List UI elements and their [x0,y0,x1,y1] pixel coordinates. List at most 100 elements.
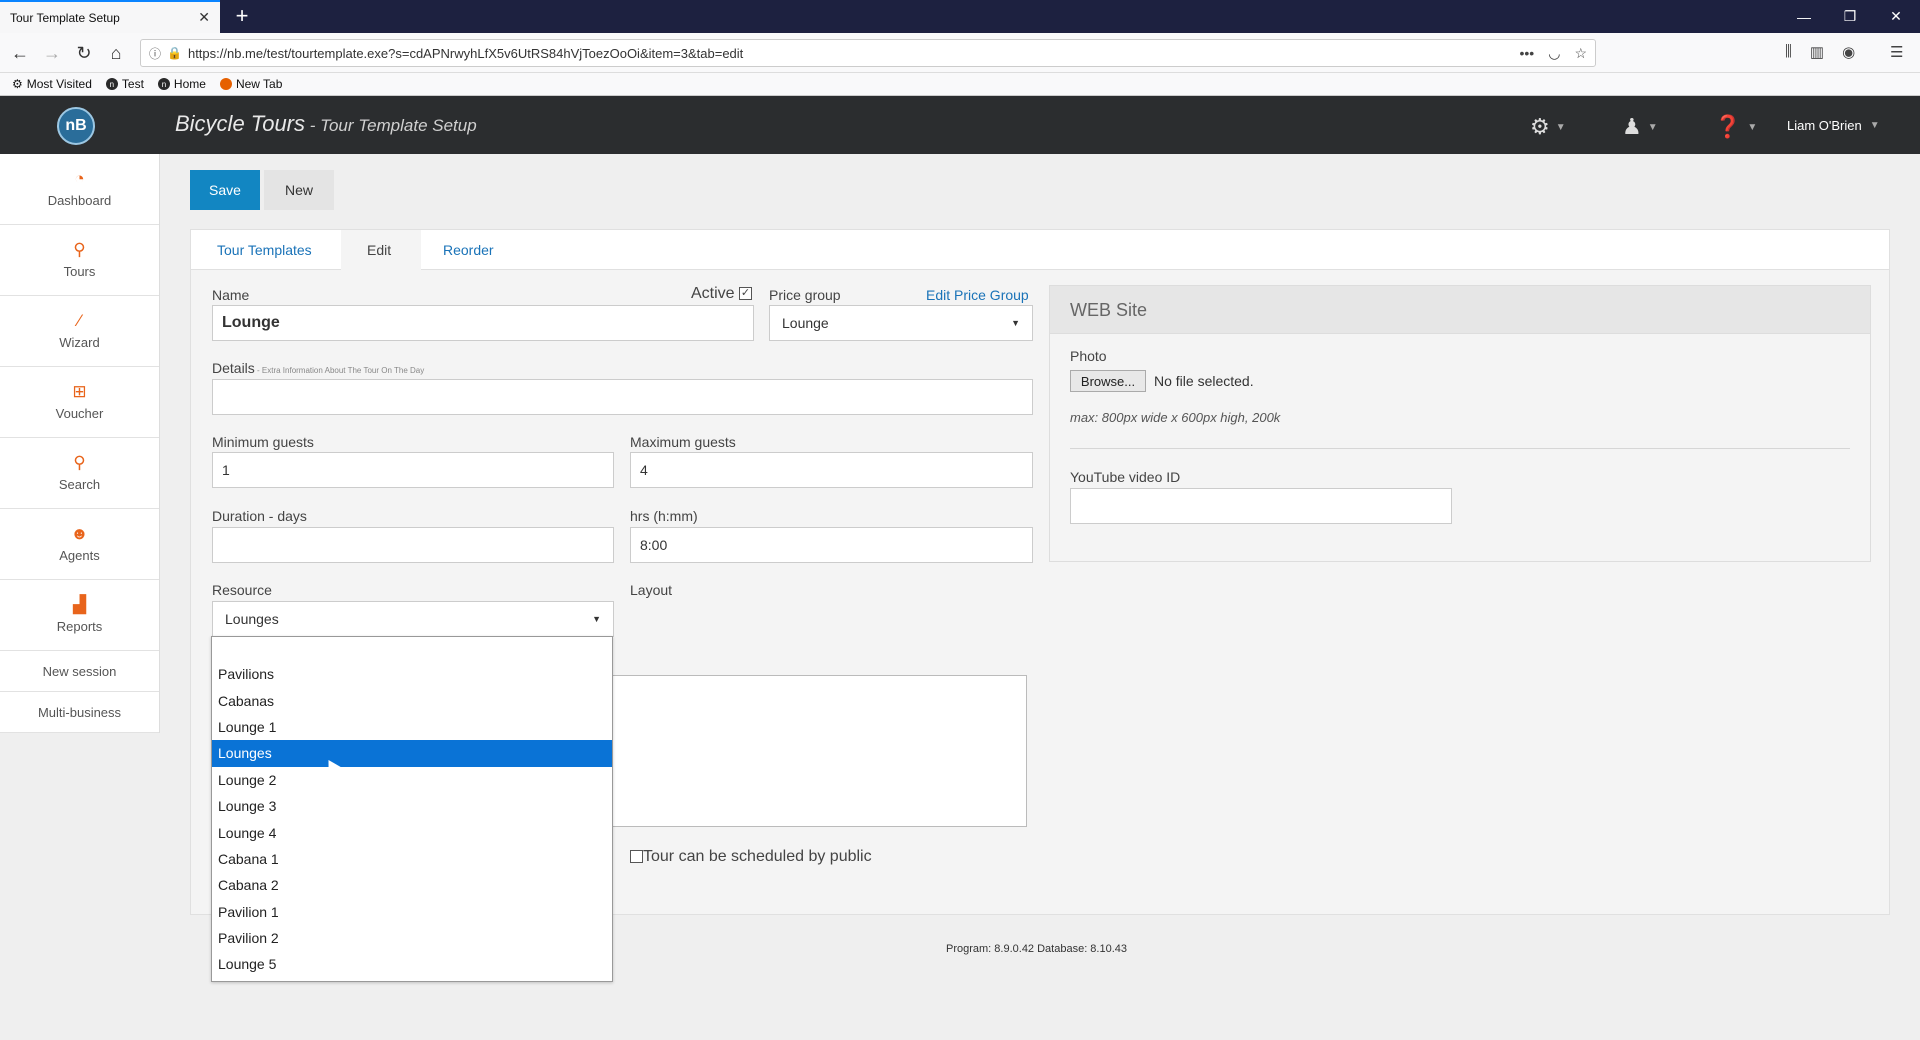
hrs-input[interactable]: 8:00 [630,527,1033,563]
chevron-down-icon: ▼ [1555,121,1566,133]
home-icon[interactable]: ⌂ [102,39,130,67]
sidebar: ◔ Dashboard ⚲ Tours ⁄ Wizard ⊞ Voucher ⚲ Sear… [0,154,160,733]
person-icon: ♟ [1622,114,1642,139]
sidebar-item-label: Reports [56,619,103,634]
duration-days-input[interactable] [212,527,614,563]
photo-label: Photo [1070,348,1107,364]
sidebar-item-tours[interactable]: ⚲ Tours [0,225,159,296]
dropdown-option[interactable]: Cabanas [212,687,612,713]
chevron-down-icon: ▼ [592,614,601,624]
dropdown-option[interactable]: Pavilion 1 [212,899,612,925]
sidebar-new-session[interactable]: New session [0,651,159,692]
forward-icon[interactable]: → [38,39,66,67]
sidebar-item-label: Agents [59,548,100,563]
user-name: Liam O'Brien [1787,118,1862,133]
bookmark-star-icon[interactable]: ☆ [1574,45,1587,62]
details-label: Details - Extra Information About The To… [212,360,424,376]
resource-dropdown-list[interactable]: Pavilions Cabanas Lounge 1 Lounges Lounge 2L… [211,636,613,982]
edit-price-group-link[interactable]: Edit Price Group [926,287,1029,303]
details-label-text: Details [212,360,255,376]
dropdown-option[interactable]: Cabana 2 [212,872,612,898]
gift-icon: ⊞ [72,382,87,401]
user-menu[interactable]: Liam O'Brien ▼ [1787,118,1880,133]
schedule-public-option[interactable]: Tour can be scheduled by public [630,848,872,866]
youtube-input[interactable] [1070,488,1452,524]
agent-icon: ☻ [70,524,89,543]
more-icon[interactable]: ••• [1520,45,1535,62]
sidebar-item-label: Dashboard [47,193,112,208]
price-group-value: Lounge [782,315,829,331]
reload-icon[interactable]: ↻ [70,39,98,67]
website-title: WEB Site [1050,286,1870,334]
browser-tab[interactable]: Tour Template Setup ✕ [0,0,220,33]
window-close-icon[interactable]: ✕ [1874,0,1918,33]
firefox-icon [219,78,232,90]
restore-icon[interactable]: ❐ [1828,0,1872,33]
dropdown-option[interactable]: Pavilions [212,661,612,687]
sidebar-item-agents[interactable]: ☻ Agents [0,509,159,580]
sidebar-item-dashboard[interactable]: ◔ Dashboard [0,154,159,225]
duration-label: Duration - days [212,508,307,524]
sidebar-multi-business[interactable]: Multi-business [0,692,159,733]
gear-icon: ⚙ [1530,114,1550,139]
active-checkbox[interactable]: ✓ [739,287,753,301]
lock-icon: 🔒 [167,46,182,60]
nb-logo-icon: n [157,78,170,90]
details-hint: - Extra Information About The Tour On Th… [254,366,425,375]
user-tools-menu[interactable]: ♟ ▼ [1622,114,1658,140]
tab-edit[interactable]: Edit [367,242,391,258]
dropdown-option[interactable]: Lounge 3 [212,793,612,819]
dropdown-option[interactable]: Lounge 4 [212,819,612,845]
bookmark-most-visited[interactable]: ⚙ Most Visited [12,77,92,91]
bookmark-label: Test [121,77,144,91]
menu-icon[interactable]: ☰ [1890,43,1903,61]
price-group-select[interactable]: Lounge ▼ [769,305,1033,341]
dropdown-option[interactable]: Cabana 1 [212,846,612,872]
account-icon[interactable]: ◉ [1842,43,1855,61]
save-button[interactable]: Save [190,170,260,210]
max-guests-input[interactable]: 4 [630,452,1033,488]
info-icon[interactable]: ⓘ [149,45,161,62]
browser-tab-title: Tour Template Setup [10,10,120,25]
layout-label: Layout [630,582,673,598]
dropdown-option[interactable]: Lounge 1 [212,714,612,740]
details-input[interactable] [212,379,1033,415]
library-icon[interactable]: ⫼ [1785,43,1792,61]
tab-tour-templates[interactable]: Tour Templates [217,242,312,258]
app-logo[interactable]: nB [57,107,95,145]
close-icon[interactable]: ✕ [198,9,210,26]
sidebar-item-voucher[interactable]: ⊞ Voucher [0,367,159,438]
sidebar-toggle-icon[interactable]: ▥ [1810,43,1824,61]
min-guests-input[interactable]: 1 [212,452,614,488]
search-icon: ⚲ [73,453,86,472]
no-file-text: No file selected. [1154,373,1254,389]
name-input[interactable]: Lounge [212,305,754,341]
minimize-icon[interactable]: — [1782,0,1826,33]
resource-select[interactable]: Lounges ▼ [212,601,614,637]
tab-reorder[interactable]: Reorder [443,242,494,258]
sidebar-item-label: Voucher [55,406,104,421]
sidebar-item-reports[interactable]: ▟ Reports [0,580,159,651]
pocket-icon[interactable]: ◡ [1548,45,1560,62]
bookmark-home[interactable]: n Home [157,77,206,91]
bookmark-test[interactable]: n Test [105,77,144,91]
dropdown-option[interactable]: Pavilion 2 [212,925,612,951]
dropdown-option[interactable]: Lounge 5 [212,951,612,977]
new-button[interactable]: New [264,170,334,210]
website-section: WEB Site Photo Browse... No file selecte… [1049,285,1871,562]
dropdown-option[interactable]: Lounge 2 [212,767,612,793]
browse-button[interactable]: Browse... [1070,370,1146,392]
url-bar[interactable]: ⓘ 🔒 https://nb.me/test/tourtemplate.exe?… [140,39,1596,67]
dropdown-option[interactable]: Lounges [212,740,612,767]
resource-value: Lounges [225,611,279,627]
new-tab-icon[interactable]: + [230,3,254,29]
active-label-text: Active [691,285,735,302]
help-menu[interactable]: ❓ ▼ [1714,114,1757,140]
settings-menu[interactable]: ⚙ ▼ [1530,114,1566,140]
schedule-public-checkbox[interactable] [630,850,643,864]
sidebar-item-wizard[interactable]: ⁄ Wizard [0,296,159,367]
sidebar-item-search[interactable]: ⚲ Search [0,438,159,509]
back-icon[interactable]: ← [6,39,34,67]
layout-area[interactable] [607,675,1027,827]
bookmark-new-tab[interactable]: New Tab [219,77,282,91]
